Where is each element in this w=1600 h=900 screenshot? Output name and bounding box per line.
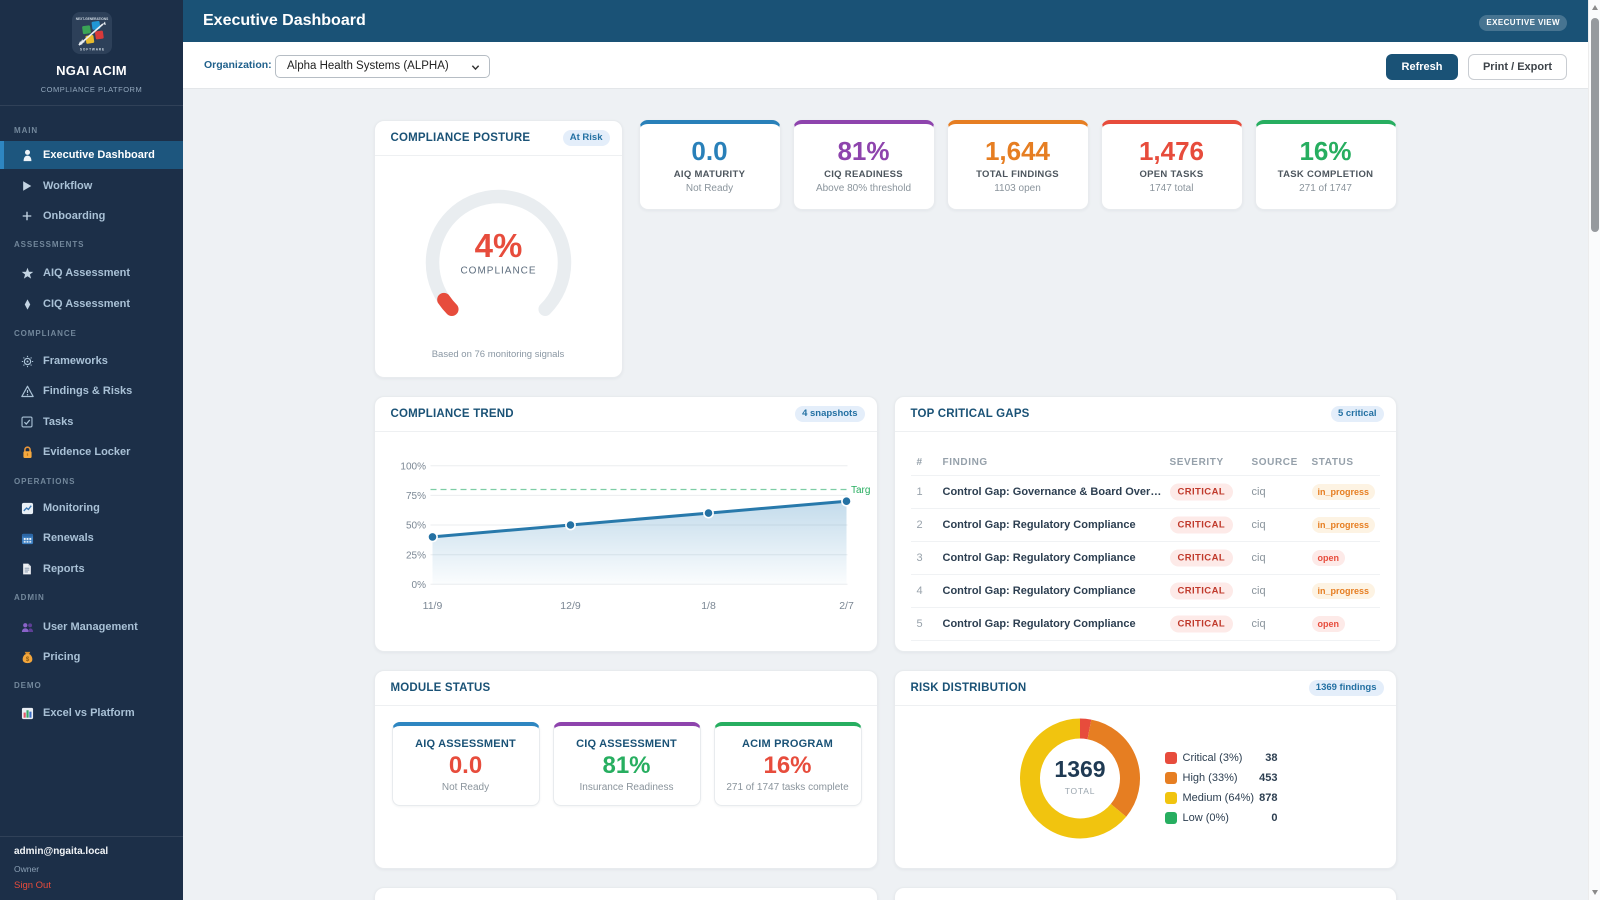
svg-text:11/9: 11/9 (422, 600, 442, 612)
svg-text:50%: 50% (405, 521, 425, 532)
svg-text:2/7: 2/7 (839, 600, 854, 612)
svg-text:1369: 1369 (1054, 756, 1105, 782)
svg-text:12/9: 12/9 (560, 600, 581, 612)
svg-text:NEXT-GENERATIONS: NEXT-GENERATIONS (76, 17, 109, 21)
svg-text:4%: 4% (474, 227, 522, 264)
svg-text:25%: 25% (405, 550, 425, 561)
svg-text:75%: 75% (405, 491, 425, 502)
svg-text:S O F T W A R E: S O F T W A R E (80, 48, 104, 52)
svg-text:1/8: 1/8 (701, 600, 716, 612)
svg-text:Targ: Targ (851, 485, 870, 496)
svg-text:COMPLIANCE: COMPLIANCE (460, 266, 536, 277)
svg-text:TOTAL: TOTAL (1064, 786, 1095, 796)
svg-text:0%: 0% (411, 580, 426, 591)
svg-text:100%: 100% (400, 462, 426, 473)
